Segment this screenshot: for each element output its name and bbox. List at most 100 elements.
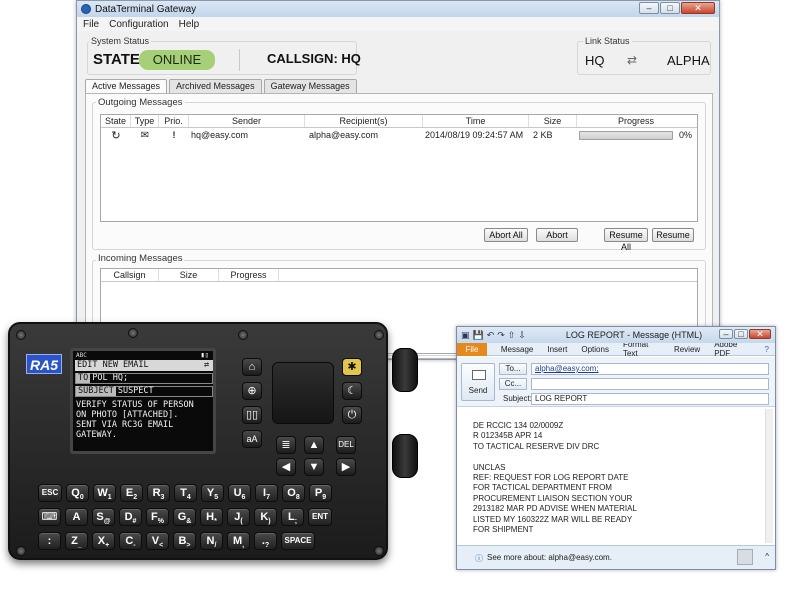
- tab-gateway-messages[interactable]: Gateway Messages: [263, 79, 357, 93]
- knob-top[interactable]: [392, 348, 418, 392]
- add-key[interactable]: ⊕: [242, 382, 262, 400]
- body-scrollbar[interactable]: [765, 409, 773, 543]
- col-in-size[interactable]: Size: [159, 269, 219, 281]
- minimize-button[interactable]: –: [639, 2, 659, 14]
- cc-field[interactable]: [531, 378, 769, 390]
- cc-button[interactable]: Cc...: [499, 378, 527, 390]
- power-key[interactable]: ⏻: [342, 406, 362, 424]
- resume-all-button[interactable]: Resume All: [604, 228, 648, 252]
- key-l[interactable]: L;: [281, 508, 304, 526]
- key-n[interactable]: N/: [200, 532, 223, 550]
- expand-chevron-icon[interactable]: ^: [765, 552, 769, 561]
- col-prio[interactable]: Prio.: [159, 115, 189, 127]
- down-arrow-icon[interactable]: ⇩: [518, 330, 526, 341]
- key-w[interactable]: W1: [93, 484, 116, 502]
- ribbon-message-tab[interactable]: Message: [501, 345, 533, 354]
- minimize-button[interactable]: –: [719, 329, 733, 339]
- ribbon-insert-tab[interactable]: Insert: [547, 345, 567, 354]
- menu-help[interactable]: Help: [179, 19, 200, 30]
- knob-bottom[interactable]: [392, 434, 418, 478]
- app-key[interactable]: ✱: [342, 358, 362, 376]
- key-b[interactable]: B>: [173, 532, 196, 550]
- key-y[interactable]: Y5: [201, 484, 224, 502]
- arrow-right-key[interactable]: ▶: [336, 458, 356, 476]
- close-button[interactable]: ✕: [681, 2, 715, 14]
- key-v[interactable]: V<: [146, 532, 169, 550]
- font-key[interactable]: aA: [242, 430, 262, 448]
- key-q[interactable]: Q0: [66, 484, 89, 502]
- key-sublabel: /: [214, 542, 217, 550]
- subject-field[interactable]: LOG REPORT: [531, 393, 769, 405]
- resume-button[interactable]: Resume: [652, 228, 694, 242]
- gateway-titlebar[interactable]: DataTerminal Gateway: [77, 1, 719, 17]
- key-colon[interactable]: :: [38, 532, 61, 550]
- arrow-left-key[interactable]: ◀: [276, 458, 296, 476]
- col-in-progress[interactable]: Progress: [219, 269, 279, 281]
- close-button[interactable]: ✕: [749, 329, 771, 339]
- key-z[interactable]: Z_: [65, 532, 88, 550]
- maximize-button[interactable]: □: [734, 329, 748, 339]
- key-ent[interactable]: ENT: [308, 508, 332, 526]
- key-r[interactable]: R3: [147, 484, 170, 502]
- key-p[interactable]: P9: [309, 484, 332, 502]
- menu-file[interactable]: File: [83, 19, 99, 30]
- arrow-down-key[interactable]: ▼: [304, 458, 324, 476]
- arrow-up-key[interactable]: ▲: [304, 436, 324, 454]
- ribbon-file-tab[interactable]: File: [457, 342, 487, 356]
- col-progress[interactable]: Progress: [577, 115, 695, 127]
- save-icon[interactable]: 💾: [473, 330, 484, 341]
- key-s[interactable]: S@: [92, 508, 115, 526]
- table-row[interactable]: ↻ ✉ ! hq@easy.com alpha@easy.com 2014/08…: [101, 128, 697, 142]
- menu-configuration[interactable]: Configuration: [109, 19, 168, 30]
- col-state[interactable]: State: [101, 115, 131, 127]
- to-button[interactable]: To...: [499, 363, 527, 375]
- ribbon-options-tab[interactable]: Options: [581, 345, 609, 354]
- key-t[interactable]: T4: [174, 484, 197, 502]
- key-m[interactable]: M,: [227, 532, 250, 550]
- key-dot[interactable]: .?: [254, 532, 277, 550]
- col-size[interactable]: Size: [529, 115, 577, 127]
- to-field[interactable]: alpha@easy.com;: [531, 363, 769, 375]
- outlook-titlebar[interactable]: ▣ 💾 ↶ ↷ ⇧ ⇩ LOG REPORT - Message (HTML) …: [457, 327, 775, 343]
- col-type[interactable]: Type: [131, 115, 159, 127]
- key-o[interactable]: O8: [282, 484, 305, 502]
- key-x[interactable]: X+: [92, 532, 115, 550]
- tab-archived-messages[interactable]: Archived Messages: [169, 79, 262, 93]
- key-h[interactable]: H*: [200, 508, 223, 526]
- key-e[interactable]: E2: [120, 484, 143, 502]
- ribbon-review-tab[interactable]: Review: [674, 345, 700, 354]
- delete-key[interactable]: DEL: [336, 436, 356, 454]
- key-keyboard[interactable]: ⌨: [38, 508, 61, 526]
- tab-active-messages[interactable]: Active Messages: [85, 79, 168, 94]
- col-callsign[interactable]: Callsign: [101, 269, 159, 281]
- col-recipients[interactable]: Recipient(s): [305, 115, 423, 127]
- undo-icon[interactable]: ↶: [487, 330, 495, 341]
- touchpad[interactable]: [272, 362, 334, 424]
- menu-lines-key[interactable]: ≣: [276, 436, 296, 454]
- redo-icon[interactable]: ↷: [497, 330, 505, 341]
- key-u[interactable]: U6: [228, 484, 251, 502]
- key-k[interactable]: K): [254, 508, 277, 526]
- home-key[interactable]: ⌂: [242, 358, 262, 376]
- key-i[interactable]: I7: [255, 484, 278, 502]
- key-a[interactable]: A: [65, 508, 88, 526]
- key-esc[interactable]: ESC: [38, 484, 62, 502]
- send-button[interactable]: Send: [461, 363, 495, 401]
- subject-field[interactable]: SUBJECT SUSPECT: [75, 386, 213, 397]
- key-d[interactable]: D#: [119, 508, 142, 526]
- moon-key[interactable]: ☾: [342, 382, 362, 400]
- abort-all-button[interactable]: Abort All: [484, 228, 528, 242]
- col-sender[interactable]: Sender: [189, 115, 305, 127]
- key-f[interactable]: F%: [146, 508, 169, 526]
- up-arrow-icon[interactable]: ⇧: [508, 330, 516, 341]
- help-icon[interactable]: ?: [765, 345, 769, 354]
- key-g[interactable]: G&: [173, 508, 196, 526]
- key-j[interactable]: J(: [227, 508, 250, 526]
- col-time[interactable]: Time: [423, 115, 529, 127]
- maximize-button[interactable]: □: [660, 2, 680, 14]
- to-field[interactable]: TO POL HQ;: [75, 373, 213, 384]
- key-c[interactable]: C-: [119, 532, 142, 550]
- key-space[interactable]: SPACE: [281, 532, 315, 550]
- book-key[interactable]: ▯▯: [242, 406, 262, 424]
- abort-button[interactable]: Abort: [536, 228, 578, 242]
